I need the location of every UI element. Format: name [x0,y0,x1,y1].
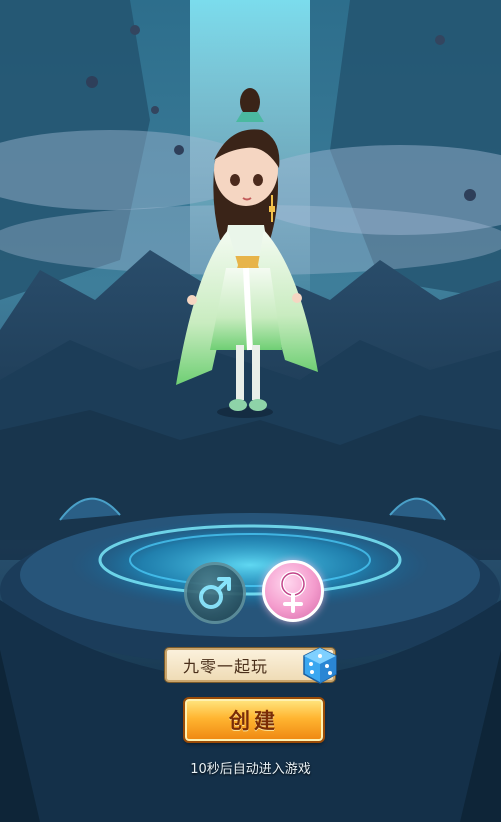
female-gender-button[interactable] [262,560,324,622]
male-icon [199,577,231,609]
character-name-field[interactable]: 九零一起玩 [165,647,337,684]
male-gender-button[interactable] [184,562,246,624]
character-name-text: 九零一起玩 [183,657,269,676]
create-character-button[interactable]: 创建 [185,699,323,741]
auto-enter-countdown: 10秒后自动进入游戏 [190,762,311,777]
dice-icon[interactable] [301,646,339,686]
female-icon [280,571,306,613]
character-creation-screen: 九零一起玩 创建 10秒后自动进入游戏 [0,0,501,822]
create-button-label: 创建 [229,709,279,733]
